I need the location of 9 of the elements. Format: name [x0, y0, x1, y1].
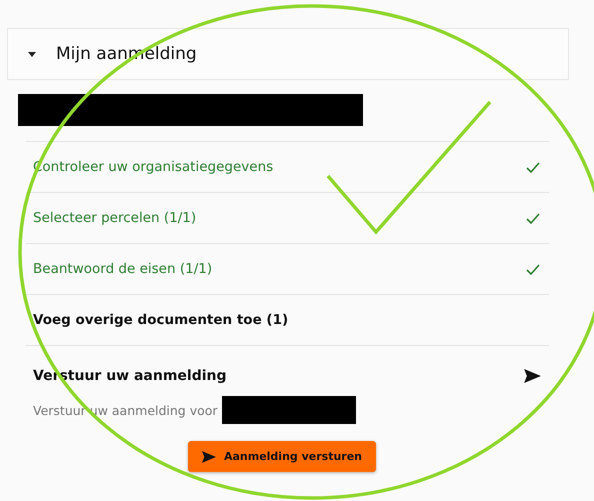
step-link[interactable]: Voeg overige documenten toe (1)	[33, 312, 288, 328]
check-icon	[526, 162, 540, 172]
step-link[interactable]: Selecteer percelen (1/1)	[33, 210, 196, 226]
check-icon	[526, 212, 540, 224]
check-icon	[526, 264, 540, 274]
send-icon	[202, 450, 216, 462]
step-link[interactable]: Beantwoord de eisen (1/1)	[33, 261, 212, 277]
submit-button[interactable]: Aanmelding versturen	[188, 441, 376, 472]
send-icon	[524, 369, 541, 383]
